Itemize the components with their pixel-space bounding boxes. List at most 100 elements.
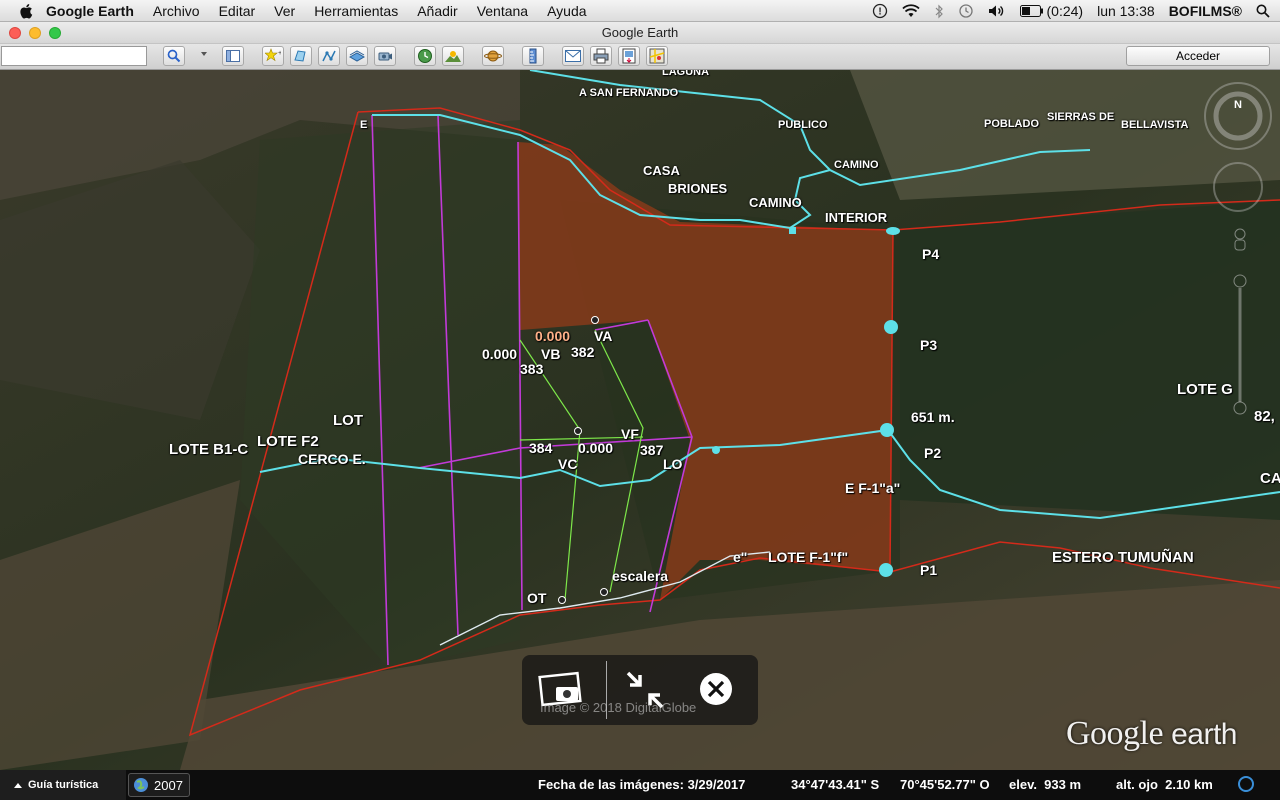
label-casa: CASA: [643, 163, 680, 178]
clock-history-icon[interactable]: [958, 3, 974, 19]
email-icon: [565, 50, 581, 62]
add-path-button[interactable]: [318, 46, 340, 66]
zoom-window-button[interactable]: [49, 27, 61, 39]
snapshot-panel: Image © 2018 DigitalGlobe: [522, 655, 758, 725]
label-camino: CAMINO: [834, 159, 879, 171]
street-view-pegman[interactable]: [1234, 228, 1246, 251]
app-menu[interactable]: Google Earth: [46, 3, 134, 19]
wifi-icon[interactable]: [901, 4, 920, 18]
svg-text:N: N: [1234, 99, 1242, 111]
overlay-icon: [349, 50, 365, 62]
sidebar-toggle-button[interactable]: [222, 46, 244, 66]
status-bar: Guía turística 2007 Fecha de las imágene…: [0, 770, 1280, 800]
sidebar-icon: [226, 50, 240, 62]
sign-in-button[interactable]: Acceder: [1126, 46, 1270, 66]
menu-herramientas[interactable]: Herramientas: [314, 3, 398, 19]
label-ca: CA: [1260, 470, 1280, 487]
zoom-slider[interactable]: [1233, 274, 1247, 415]
svg-text:!: !: [878, 7, 881, 18]
google-maps-button[interactable]: [646, 46, 668, 66]
search-icon: [167, 49, 181, 63]
minimize-window-button[interactable]: [29, 27, 41, 39]
streaming-indicator-icon: [1238, 776, 1254, 792]
record-tour-button[interactable]: [374, 46, 396, 66]
menu-archivo[interactable]: Archivo: [153, 3, 200, 19]
battery-icon: [1019, 5, 1043, 17]
maps-icon: [649, 48, 665, 64]
battery-status[interactable]: (0:24): [1019, 3, 1084, 19]
close-window-button[interactable]: [9, 27, 21, 39]
navigation-controls: N: [1200, 82, 1280, 422]
add-image-overlay-button[interactable]: [346, 46, 368, 66]
user-name[interactable]: BOFILMS®: [1169, 3, 1242, 19]
add-polygon-button[interactable]: [290, 46, 312, 66]
label-va-value: 0.000: [535, 328, 571, 344]
label-laguna: LAGUNA: [662, 70, 710, 78]
bluetooth-icon[interactable]: [934, 4, 944, 19]
search-input[interactable]: [1, 46, 147, 66]
email-button[interactable]: [562, 46, 584, 66]
imagery-copyright: Image © 2018 DigitalGlobe: [540, 700, 697, 715]
label-camino-2: CAMINO: [749, 195, 802, 210]
menu-ventana[interactable]: Ventana: [477, 3, 528, 19]
add-placemark-button[interactable]: +: [262, 46, 284, 66]
polygon-icon: [294, 50, 306, 62]
label-escalera: escalera: [612, 568, 669, 584]
tour-guide-label: Guía turística: [28, 779, 99, 791]
label-va-number: 382: [571, 344, 595, 360]
historical-year-button[interactable]: 2007: [128, 773, 190, 797]
search-button[interactable]: [163, 46, 185, 66]
historical-imagery-button[interactable]: [414, 46, 436, 66]
label-vb: VB: [541, 346, 561, 362]
menu-anadir[interactable]: Añadir: [417, 3, 457, 19]
label-lote-f1f: LOTE F-1"f": [768, 549, 849, 565]
close-icon: [700, 673, 732, 705]
label-lo: LO: [663, 456, 683, 472]
label-poblado: POBLADO: [984, 118, 1039, 130]
globe-icon: [134, 778, 148, 792]
save-image-button[interactable]: [618, 46, 640, 66]
label-lote-f1a: E F-1"a": [845, 480, 901, 496]
ruler-button[interactable]: [522, 46, 544, 66]
tour-guide-button[interactable]: Guía turística: [0, 770, 126, 800]
elevation: elev. 933 m: [1009, 777, 1082, 792]
window-title-bar: Google Earth: [0, 22, 1280, 44]
print-icon: [593, 48, 609, 64]
eye-altitude: alt. ojo 2.10 km: [1116, 777, 1213, 792]
map-view[interactable]: LAGUNA A SAN FERNANDO PUBLICO CAMINO POB…: [0, 70, 1280, 770]
print-button[interactable]: [590, 46, 612, 66]
label-p2: P2: [924, 445, 942, 461]
label-vc-value: 0.000: [578, 440, 614, 456]
apple-icon[interactable]: [18, 2, 36, 20]
close-panel-button[interactable]: [698, 671, 734, 707]
label-p3: P3: [920, 337, 938, 353]
timemachine-status-icon[interactable]: !: [872, 3, 888, 19]
search-options-arrow[interactable]: [201, 52, 207, 56]
label-e-quote: e": [733, 549, 748, 565]
look-joystick[interactable]: [1213, 162, 1263, 212]
volume-icon[interactable]: [988, 4, 1006, 18]
label-va: VA: [594, 328, 613, 344]
label-vb-value: 0.000: [482, 346, 518, 362]
label-estero-tumunan: ESTERO TUMUÑAN: [1052, 549, 1194, 566]
menu-editar[interactable]: Editar: [219, 3, 256, 19]
clock[interactable]: lun 13:38: [1097, 3, 1155, 19]
planets-button[interactable]: [482, 46, 504, 66]
menu-ayuda[interactable]: Ayuda: [547, 3, 586, 19]
google-earth-logo: Google earth: [1066, 715, 1237, 752]
label-bellavista: BELLAVISTA: [1121, 119, 1189, 131]
label-p4: P4: [922, 246, 940, 262]
spotlight-icon[interactable]: [1256, 4, 1270, 18]
label-briones: BRIONES: [668, 181, 728, 196]
sunlight-button[interactable]: [442, 46, 464, 66]
battery-time: (0:24): [1046, 3, 1084, 19]
imagery-date: Fecha de las imágenes: 3/29/2017: [538, 777, 746, 792]
menu-bar: Google Earth Archivo Editar Ver Herramie…: [0, 0, 1280, 22]
compass-icon[interactable]: N: [1204, 82, 1272, 150]
label-sierras-de: SIERRAS DE: [1047, 111, 1115, 123]
label-vc: VC: [558, 456, 578, 472]
menu-ver[interactable]: Ver: [274, 3, 295, 19]
tour-icon: [378, 52, 392, 61]
label-vc-number: 384: [529, 440, 553, 456]
label-p1: P1: [920, 562, 938, 578]
